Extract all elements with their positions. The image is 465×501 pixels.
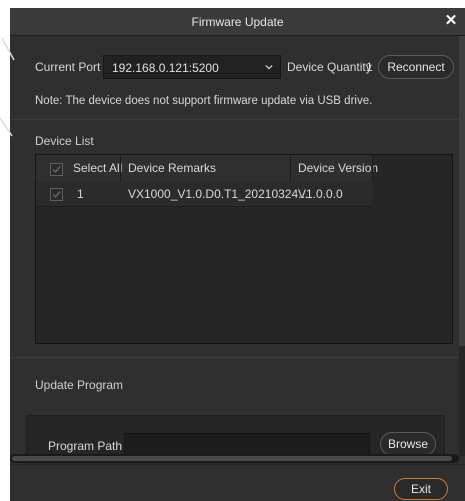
program-path-input[interactable] [124, 433, 370, 455]
table-row[interactable]: 1 VX1000_V1.0.D0.T1_20210324... V1.0.0.0 [36, 182, 373, 207]
update-program-title: Update Program [35, 378, 124, 392]
port-row: Current Port 192.168.0.121:5200 Device Q… [10, 55, 465, 81]
column-header-device-version[interactable]: Device Version [298, 155, 378, 182]
reconnect-button[interactable]: Reconnect [378, 55, 454, 79]
current-port-value: 192.168.0.121:5200 [112, 61, 219, 75]
divider [10, 119, 465, 120]
title-bar: Firmware Update ✕ [10, 8, 465, 36]
divider [10, 357, 465, 358]
chevron-down-icon [265, 64, 273, 70]
current-port-label: Current Port [35, 60, 101, 74]
device-list-table: Select All Device Remarks Device Version… [35, 154, 453, 344]
check-icon [52, 191, 61, 199]
device-list-title: Device List [35, 134, 94, 148]
usb-note: Note: The device does not support firmwa… [35, 95, 373, 107]
vertical-scrollbar-thumb[interactable] [459, 36, 465, 346]
current-port-select[interactable]: 192.168.0.121:5200 [103, 55, 281, 79]
browse-button[interactable]: Browse [380, 432, 436, 456]
column-header-device-remarks[interactable]: Device Remarks [128, 155, 216, 182]
row-device-remarks: VX1000_V1.0.D0.T1_20210324... [128, 187, 309, 201]
row-device-version: V1.0.0.0 [298, 187, 343, 201]
row-index: 1 [77, 187, 84, 201]
horizontal-scrollbar-thumb[interactable] [12, 456, 452, 461]
select-all-checkbox[interactable] [50, 163, 63, 176]
horizontal-scrollbar[interactable] [10, 454, 459, 463]
exit-button[interactable]: Exit [394, 478, 448, 500]
vertical-scrollbar[interactable] [459, 36, 465, 456]
firmware-update-dialog: Firmware Update ✕ Current Port 192.168.0… [10, 8, 465, 501]
dialog-title: Firmware Update [191, 14, 284, 29]
close-icon[interactable]: ✕ [443, 12, 459, 30]
check-icon [52, 166, 61, 174]
column-header-select-all[interactable]: Select All [73, 155, 122, 182]
table-header: Select All Device Remarks Device Version [36, 155, 378, 183]
row-checkbox[interactable] [50, 188, 63, 201]
device-quantity-value: 1 [366, 60, 373, 74]
program-path-label: Program Path [48, 439, 123, 453]
device-quantity-label: Device Quantity [287, 60, 372, 74]
